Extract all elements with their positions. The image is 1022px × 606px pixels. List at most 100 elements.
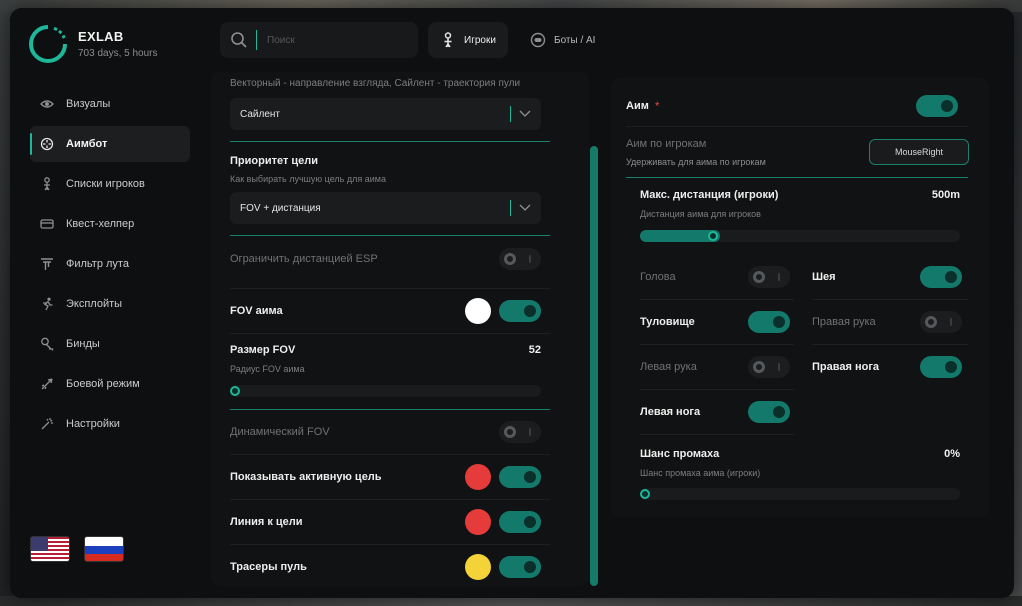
sidebar-item-label: Аимбот <box>66 138 108 150</box>
slider-handle[interactable] <box>230 386 241 396</box>
app-window: EXLAB 703 days, 5 hours Визуалы Аимбот С… <box>10 8 1014 598</box>
target-color-swatch[interactable] <box>465 464 491 490</box>
tab-bots[interactable]: Боты / AI <box>518 22 607 58</box>
ru-flag-icon[interactable] <box>84 536 124 562</box>
target-line-row: Линия к цели <box>230 507 541 537</box>
target-line-toggle[interactable] <box>499 511 541 533</box>
aim-row: Аим * <box>626 94 958 118</box>
bone-torso: Туловище <box>640 311 790 333</box>
limit-esp-row: Ограничить дистанцией ESP <box>230 244 541 274</box>
tab-label: Боты / AI <box>554 34 596 46</box>
language-switcher <box>30 536 124 562</box>
target-priority-select[interactable]: FOV + дистанция <box>230 192 541 224</box>
bone-right-leg-toggle[interactable] <box>920 356 962 378</box>
max-distance-slider[interactable] <box>640 230 960 242</box>
divider <box>626 126 968 127</box>
aim-players-sub: Удерживать для аима по игрокам <box>626 157 766 167</box>
max-distance-value: 500m <box>931 189 960 201</box>
search-divider <box>256 30 257 50</box>
divider <box>230 235 550 236</box>
sidebar-item-exploits[interactable]: Эксплойты <box>30 286 190 322</box>
sidebar-item-visuals[interactable]: Визуалы <box>30 86 190 122</box>
bone-label: Голова <box>640 271 676 283</box>
divider <box>230 499 550 500</box>
sidebar-item-quest-helper[interactable]: Квест-хелпер <box>30 206 190 242</box>
sidebar-item-label: Боевой режим <box>66 378 140 390</box>
chevron-down-icon <box>519 204 531 211</box>
sidebar-item-loot-filter[interactable]: Фильтр лута <box>30 246 190 282</box>
fov-label: FOV аима <box>230 305 283 317</box>
aim-settings-panel: Векторный - направление взгляда, Сайлент… <box>210 72 590 586</box>
target-line-label: Линия к цели <box>230 516 303 528</box>
sidebar-item-label: Квест-хелпер <box>66 218 135 230</box>
fov-size-sub: Радиус FOV аима <box>230 364 305 374</box>
miss-chance-slider[interactable] <box>640 488 960 500</box>
sidebar-item-player-lists[interactable]: Списки игроков <box>30 166 190 202</box>
priority-label: Приоритет цели <box>230 155 319 167</box>
scrollbar[interactable] <box>590 146 598 586</box>
bone-neck-toggle[interactable] <box>920 266 962 288</box>
bone-left-leg-toggle[interactable] <box>748 401 790 423</box>
bone-neck: Шея <box>812 266 962 288</box>
aim-mode-select[interactable]: Сайлент <box>230 98 541 130</box>
aim-label: Аим <box>626 100 649 112</box>
aim-key-button[interactable]: MouseRight <box>869 139 969 165</box>
fov-size-slider[interactable] <box>230 385 541 397</box>
max-distance-label: Макс. дистанция (игроки) <box>640 189 779 201</box>
miss-chance-label: Шанс промаха <box>640 448 720 460</box>
sidebar-item-combat-mode[interactable]: Боевой режим <box>30 366 190 402</box>
fov-size-value: 52 <box>528 344 541 356</box>
bone-right-arm-toggle[interactable] <box>920 311 962 333</box>
divider <box>640 434 794 435</box>
divider <box>230 409 550 410</box>
tracers-color-swatch[interactable] <box>465 554 491 580</box>
dynamic-fov-toggle[interactable] <box>499 421 541 443</box>
search-input[interactable] <box>267 34 397 46</box>
brand-logo-icon <box>29 25 67 63</box>
bone-head-toggle[interactable] <box>748 266 790 288</box>
miss-chance-sub: Шанс промаха аима (игроки) <box>640 468 761 478</box>
slider-handle[interactable] <box>640 489 650 499</box>
miss-chance-value: 0% <box>944 448 960 460</box>
divider <box>230 141 550 142</box>
max-distance-sub: Дистанция аима для игроков <box>640 209 761 219</box>
sidebar-item-settings[interactable]: Настройки <box>30 406 190 442</box>
tab-players[interactable]: Игроки <box>428 22 508 58</box>
fov-row: FOV аима <box>230 296 541 326</box>
fov-toggle[interactable] <box>499 300 541 322</box>
divider <box>626 177 968 178</box>
fov-color-swatch[interactable] <box>465 298 491 324</box>
tracers-toggle[interactable] <box>499 556 541 578</box>
bone-left-leg: Левая нога <box>640 401 790 423</box>
bone-label: Левая рука <box>640 361 697 373</box>
search-icon <box>231 32 247 48</box>
card-icon <box>40 217 54 231</box>
bone-label: Туловище <box>640 316 695 328</box>
priority-sub: Как выбирать лучшую цель для аима <box>230 174 386 184</box>
person-icon <box>440 32 456 48</box>
tab-label: Игроки <box>464 34 496 46</box>
line-color-swatch[interactable] <box>465 509 491 535</box>
rocket-icon <box>40 377 54 391</box>
bone-head: Голова <box>640 266 790 288</box>
miss-chance-row: Шанс промаха 0% <box>640 448 960 460</box>
aim-toggle[interactable] <box>916 95 958 117</box>
sidebar-item-label: Бинды <box>66 338 100 350</box>
slider-handle[interactable] <box>707 231 718 241</box>
aim-players-label: Аим по игрокам <box>626 138 707 150</box>
show-target-toggle[interactable] <box>499 466 541 488</box>
select-value: Сайлент <box>240 108 280 120</box>
bone-torso-toggle[interactable] <box>748 311 790 333</box>
bone-left-arm-toggle[interactable] <box>748 356 790 378</box>
divider <box>640 299 794 300</box>
divider <box>640 389 794 390</box>
limit-esp-toggle[interactable] <box>499 248 541 270</box>
sidebar-item-binds[interactable]: Бинды <box>30 326 190 362</box>
bone-label: Шея <box>812 271 836 283</box>
us-flag-icon[interactable] <box>30 536 70 562</box>
sidebar-item-aimbot[interactable]: Аимбот <box>30 126 190 162</box>
max-distance-row: Макс. дистанция (игроки) 500m <box>640 189 960 201</box>
chevron-down-icon <box>519 110 531 117</box>
sidebar-item-label: Визуалы <box>66 98 111 110</box>
bone-label: Правая рука <box>812 316 876 328</box>
